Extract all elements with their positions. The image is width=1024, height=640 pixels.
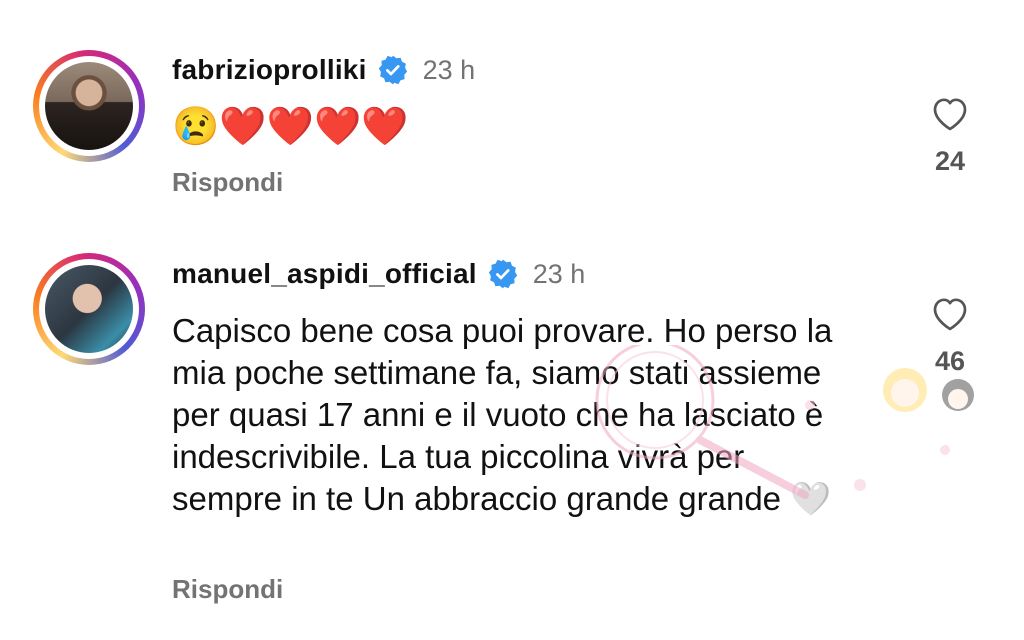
like-count: 24: [934, 146, 966, 176]
story-ring[interactable]: [33, 50, 145, 162]
comment-text: Capisco bene cosa puoi provare. Ho perso…: [172, 312, 833, 517]
username[interactable]: fabrizioprolliki: [172, 54, 367, 86]
reply-button[interactable]: Rispondi: [172, 574, 283, 605]
like-control: 46: [918, 295, 982, 377]
avatar[interactable]: [45, 62, 133, 150]
comment-header: manuel_aspidi_official 23 h: [172, 258, 585, 290]
comment-item: fabrizioprolliki 23 h 😢❤️❤️❤️❤️ Rispondi…: [0, 0, 1024, 230]
story-ring[interactable]: [33, 253, 145, 365]
like-count: 46: [934, 346, 966, 376]
timestamp: 23 h: [422, 54, 476, 85]
timestamp: 23 h: [532, 258, 586, 289]
comment-item: manuel_aspidi_official 23 h Capisco bene…: [0, 230, 1024, 640]
heart-outline-icon[interactable]: [930, 98, 970, 137]
like-control: 24: [918, 95, 982, 177]
heart-outline-icon[interactable]: [930, 298, 970, 337]
reply-button[interactable]: Rispondi: [172, 167, 283, 198]
avatar[interactable]: [45, 265, 133, 353]
username[interactable]: manuel_aspidi_official: [172, 258, 477, 290]
comment-header: fabrizioprolliki 23 h: [172, 54, 475, 86]
verified-badge-icon: [487, 258, 519, 290]
verified-badge-icon: [377, 54, 409, 86]
comment-text: 😢❤️❤️❤️❤️: [172, 106, 409, 148]
